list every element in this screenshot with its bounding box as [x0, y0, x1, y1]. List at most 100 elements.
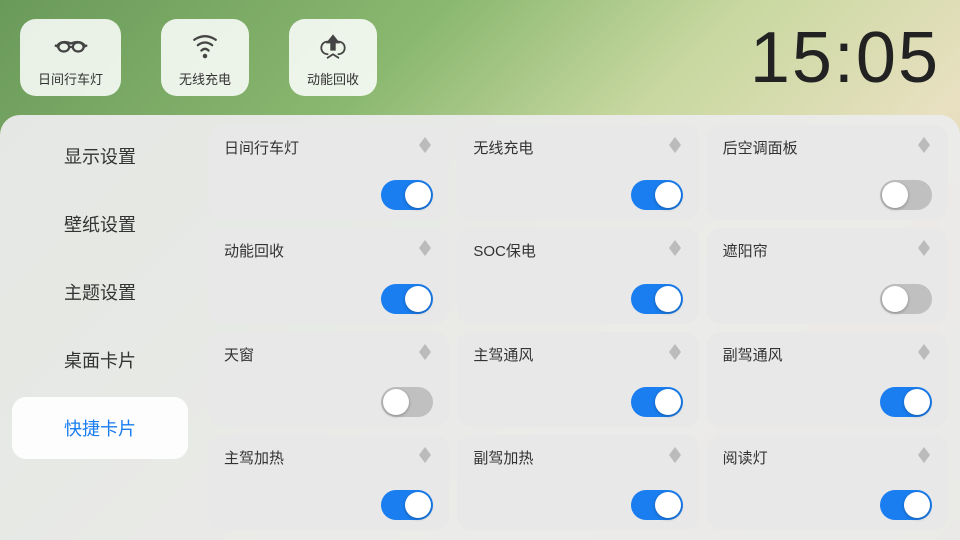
card-sort-icon-passenger-vent: [916, 342, 932, 367]
toggle-knob-sunroof: [383, 389, 409, 415]
card-energy-recycle: 动能回收: [208, 228, 449, 323]
sidebar-item-display[interactable]: 显示设置: [12, 125, 188, 187]
card-footer-passenger-heat: [473, 490, 682, 520]
toggle-driver-heat[interactable]: [381, 490, 433, 520]
toggle-rear-ac[interactable]: [880, 180, 932, 210]
card-title-passenger-vent: 副驾通风: [723, 344, 783, 365]
card-sunroof: 天窗: [208, 332, 449, 427]
card-driver-heat: 主驾加热: [208, 435, 449, 530]
energy-recycle-label: 动能回收: [307, 69, 359, 88]
card-sort-icon-driver-heat: [417, 445, 433, 470]
card-daytime-light: 日间行车灯: [208, 125, 449, 220]
sidebar: 显示设置 壁纸设置 主题设置 桌面卡片 快捷卡片: [0, 115, 200, 540]
energy-recycle-icon: [315, 29, 351, 65]
card-header-daytime-light: 日间行车灯: [224, 135, 433, 160]
card-sort-icon-daytime-light: [417, 135, 433, 160]
top-icon-wireless[interactable]: 无线充电: [161, 19, 249, 96]
toggle-knob-soc-save: [655, 286, 681, 312]
daytime-light-label: 日间行车灯: [38, 69, 103, 88]
toggle-knob-sunshade: [882, 286, 908, 312]
card-wireless-charge: 无线充电: [457, 125, 698, 220]
toggle-soc-save[interactable]: [631, 284, 683, 314]
toggle-reading-light[interactable]: [880, 490, 932, 520]
card-footer-wireless-charge: [473, 180, 682, 210]
card-title-wireless-charge: 无线充电: [473, 137, 533, 158]
card-title-reading-light: 阅读灯: [723, 447, 768, 468]
toggle-driver-vent[interactable]: [631, 387, 683, 417]
card-sort-icon-driver-vent: [667, 342, 683, 367]
card-title-sunshade: 遮阳帘: [723, 240, 768, 261]
card-title-driver-heat: 主驾加热: [224, 447, 284, 468]
top-icon-daytime[interactable]: 日间行车灯: [20, 19, 121, 96]
toggle-sunroof[interactable]: [381, 387, 433, 417]
card-title-driver-vent: 主驾通风: [473, 344, 533, 365]
toggle-sunshade[interactable]: [880, 284, 932, 314]
card-driver-vent: 主驾通风: [457, 332, 698, 427]
sidebar-item-quick[interactable]: 快捷卡片: [12, 397, 188, 459]
card-sort-icon-soc-save: [667, 238, 683, 263]
card-title-passenger-heat: 副驾加热: [473, 447, 533, 468]
toggle-wireless-charge[interactable]: [631, 180, 683, 210]
toggle-knob-reading-light: [904, 492, 930, 518]
card-header-rear-ac: 后空调面板: [723, 135, 932, 160]
card-sort-icon-reading-light: [916, 445, 932, 470]
toggle-passenger-vent[interactable]: [880, 387, 932, 417]
card-header-driver-vent: 主驾通风: [473, 342, 682, 367]
clock-display: 15:05: [750, 17, 940, 99]
toggle-knob-daytime-light: [405, 182, 431, 208]
card-rear-ac: 后空调面板: [707, 125, 948, 220]
card-title-energy-recycle: 动能回收: [224, 240, 284, 261]
card-passenger-vent: 副驾通风: [707, 332, 948, 427]
card-title-rear-ac: 后空调面板: [723, 137, 798, 158]
toggle-knob-driver-vent: [655, 389, 681, 415]
daytime-light-icon: [53, 29, 89, 65]
card-sort-icon-wireless-charge: [667, 135, 683, 160]
card-footer-reading-light: [723, 490, 932, 520]
card-footer-passenger-vent: [723, 387, 932, 417]
card-sort-icon-rear-ac: [916, 135, 932, 160]
card-sort-icon-sunshade: [916, 238, 932, 263]
wireless-charge-icon: [187, 29, 223, 65]
toggle-daytime-light[interactable]: [381, 180, 433, 210]
card-sort-icon-energy-recycle: [417, 238, 433, 263]
sidebar-item-desktop[interactable]: 桌面卡片: [12, 329, 188, 391]
wireless-charge-label: 无线充电: [179, 69, 231, 88]
card-header-sunroof: 天窗: [224, 342, 433, 367]
card-soc-save: SOC保电: [457, 228, 698, 323]
toggle-knob-passenger-vent: [904, 389, 930, 415]
card-header-soc-save: SOC保电: [473, 238, 682, 263]
toggle-knob-energy-recycle: [405, 286, 431, 312]
card-footer-sunshade: [723, 284, 932, 314]
card-title-daytime-light: 日间行车灯: [224, 137, 299, 158]
card-header-driver-heat: 主驾加热: [224, 445, 433, 470]
card-title-soc-save: SOC保电: [473, 240, 536, 261]
card-reading-light: 阅读灯: [707, 435, 948, 530]
toggle-energy-recycle[interactable]: [381, 284, 433, 314]
card-footer-daytime-light: [224, 180, 433, 210]
content-grid: 日间行车灯 无线充电: [200, 115, 960, 540]
main-panel: 显示设置 壁纸设置 主题设置 桌面卡片 快捷卡片 日间行车灯 无线充电: [0, 115, 960, 540]
card-header-wireless-charge: 无线充电: [473, 135, 682, 160]
card-header-passenger-vent: 副驾通风: [723, 342, 932, 367]
top-bar: 日间行车灯 无线充电 动能回收 15:05: [0, 0, 960, 115]
card-sunshade: 遮阳帘: [707, 228, 948, 323]
card-title-sunroof: 天窗: [224, 344, 254, 365]
card-footer-sunroof: [224, 387, 433, 417]
card-footer-soc-save: [473, 284, 682, 314]
card-footer-energy-recycle: [224, 284, 433, 314]
card-header-passenger-heat: 副驾加热: [473, 445, 682, 470]
card-footer-driver-vent: [473, 387, 682, 417]
toggle-passenger-heat[interactable]: [631, 490, 683, 520]
toggle-knob-wireless-charge: [655, 182, 681, 208]
top-icon-recycle[interactable]: 动能回收: [289, 19, 377, 96]
sidebar-item-wallpaper[interactable]: 壁纸设置: [12, 193, 188, 255]
card-sort-icon-passenger-heat: [667, 445, 683, 470]
card-sort-icon-sunroof: [417, 342, 433, 367]
toggle-knob-rear-ac: [882, 182, 908, 208]
sidebar-item-theme[interactable]: 主题设置: [12, 261, 188, 323]
card-footer-driver-heat: [224, 490, 433, 520]
top-icons: 日间行车灯 无线充电 动能回收: [20, 19, 377, 96]
card-header-reading-light: 阅读灯: [723, 445, 932, 470]
card-header-sunshade: 遮阳帘: [723, 238, 932, 263]
card-passenger-heat: 副驾加热: [457, 435, 698, 530]
